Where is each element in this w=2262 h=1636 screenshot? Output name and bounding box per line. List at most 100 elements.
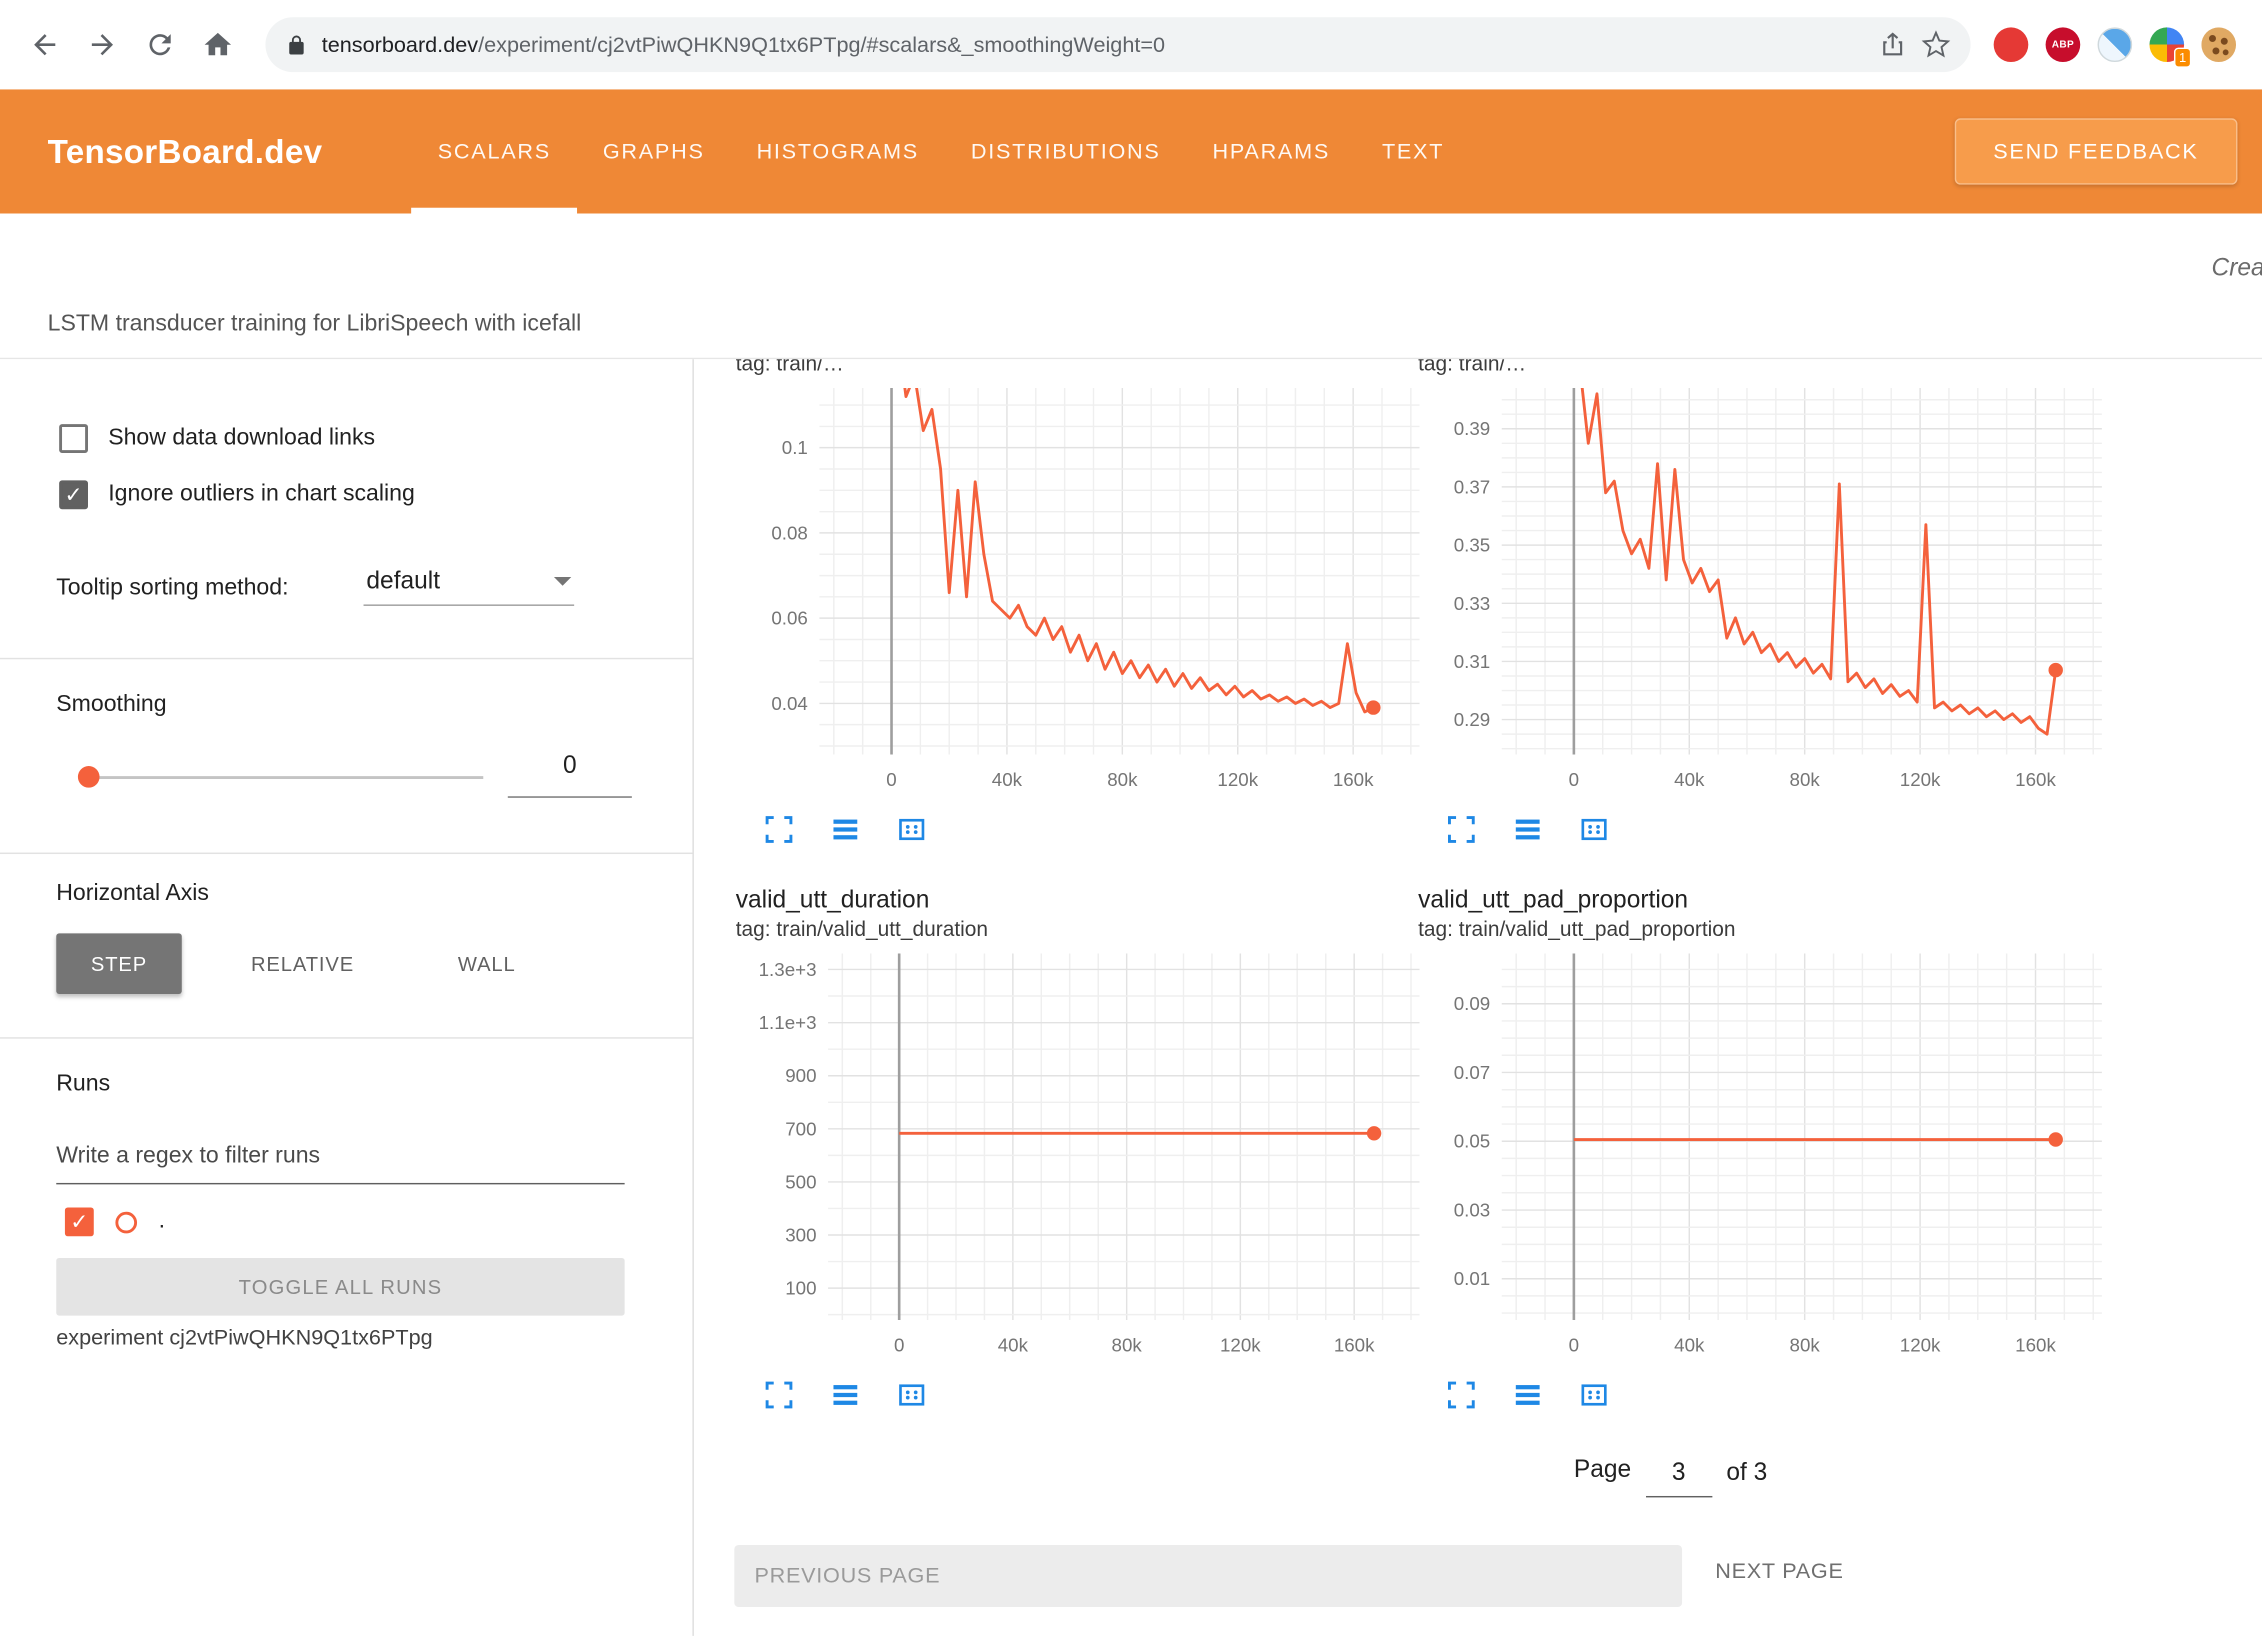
tab-histograms[interactable]: HISTOGRAMS bbox=[731, 89, 945, 213]
horizontal-axis-label: Horizontal Axis bbox=[56, 881, 209, 907]
fit-domain-icon[interactable] bbox=[894, 1378, 929, 1413]
fit-domain-icon[interactable] bbox=[1577, 812, 1612, 847]
forward-icon[interactable] bbox=[78, 20, 127, 69]
address-bar[interactable]: tensorboard.dev/experiment/cj2vtPiwQHKN9… bbox=[265, 17, 1970, 72]
next-page-button[interactable]: NEXT PAGE bbox=[1715, 1559, 1843, 1584]
svg-text:0.07: 0.07 bbox=[1454, 1062, 1491, 1083]
show-download-row: Show data download links bbox=[59, 424, 375, 453]
send-feedback-button[interactable]: SEND FEEDBACK bbox=[1954, 118, 2237, 184]
chart-plot[interactable]: 040k80k120k160k0.290.310.330.350.370.39 bbox=[1418, 379, 2110, 803]
tab-distributions[interactable]: DISTRIBUTIONS bbox=[945, 89, 1187, 213]
chart-toolbar bbox=[1418, 1378, 2110, 1413]
chart-title: valid_utt_pad_proportion bbox=[1418, 884, 2110, 916]
tooltip-sorting-label: Tooltip sorting method: bbox=[56, 576, 288, 602]
page-label: Page bbox=[1574, 1456, 1631, 1485]
app-brand: TensorBoard.dev bbox=[48, 132, 323, 171]
page-number-input[interactable] bbox=[1646, 1456, 1712, 1498]
pagination: Page of 3 bbox=[1574, 1456, 1767, 1498]
run-row: ✓ . bbox=[65, 1207, 165, 1236]
refresh-icon[interactable] bbox=[136, 20, 185, 69]
chart-plot[interactable]: 040k80k120k160k0.010.030.050.070.09 bbox=[1418, 945, 2110, 1369]
home-icon[interactable] bbox=[193, 20, 242, 69]
run-checkbox[interactable]: ✓ bbox=[65, 1207, 94, 1236]
svg-text:40k: 40k bbox=[992, 769, 1023, 790]
tab-scalars[interactable]: SCALARS bbox=[412, 89, 577, 213]
screenshot-root: tensorboard.dev/experiment/cj2vtPiwQHKN9… bbox=[0, 0, 2262, 1636]
chart-toolbar bbox=[1418, 812, 2110, 847]
run-table-icon[interactable] bbox=[828, 1378, 863, 1413]
svg-text:0.09: 0.09 bbox=[1454, 993, 1491, 1014]
svg-text:0.06: 0.06 bbox=[771, 608, 808, 629]
run-color-swatch-icon bbox=[115, 1211, 137, 1233]
svg-text:160k: 160k bbox=[1333, 769, 1374, 790]
tab-text[interactable]: TEXT bbox=[1356, 89, 1470, 213]
svg-text:80k: 80k bbox=[1790, 1335, 1821, 1356]
chart-card-valid-utt-duration-chart: valid_utt_durationtag: train/valid_utt_d… bbox=[736, 884, 1428, 1412]
svg-text:0.31: 0.31 bbox=[1454, 651, 1491, 672]
previous-page-button[interactable]: PREVIOUS PAGE bbox=[734, 1545, 1682, 1607]
expand-chart-icon[interactable] bbox=[762, 1378, 797, 1413]
axis-option-step[interactable]: STEP bbox=[56, 933, 181, 994]
back-icon[interactable] bbox=[20, 20, 69, 69]
svg-text:0: 0 bbox=[894, 1335, 904, 1356]
svg-text:0: 0 bbox=[1569, 769, 1579, 790]
smoothing-value-input[interactable]: 0 bbox=[508, 740, 632, 798]
bookmark-star-icon[interactable] bbox=[1922, 30, 1951, 59]
tab-hparams[interactable]: HPARAMS bbox=[1187, 89, 1356, 213]
sidebar-divider bbox=[0, 853, 694, 854]
ignore-outliers-checkbox[interactable]: ✓ bbox=[59, 480, 88, 509]
chart-tag: tag: train/valid_utt_duration bbox=[736, 916, 1428, 945]
expand-chart-icon[interactable] bbox=[762, 812, 797, 847]
tooltip-sorting-select[interactable]: default bbox=[364, 564, 575, 606]
cookie-extension-icon[interactable] bbox=[2201, 27, 2236, 62]
chart-tag: tag: train/… bbox=[736, 359, 1428, 379]
svg-text:900: 900 bbox=[785, 1065, 816, 1086]
fit-domain-icon[interactable] bbox=[1577, 1378, 1612, 1413]
smoothing-slider-thumb[interactable] bbox=[78, 766, 100, 788]
svg-text:1.1e+3: 1.1e+3 bbox=[759, 1012, 817, 1033]
svg-text:120k: 120k bbox=[1220, 1335, 1261, 1356]
run-table-icon[interactable] bbox=[1510, 812, 1545, 847]
extensions-cluster: ABP 1 bbox=[1994, 27, 2242, 62]
chart-plot[interactable]: 040k80k120k160k1003005007009001.1e+31.3e… bbox=[736, 945, 1428, 1369]
runs-label: Runs bbox=[56, 1072, 110, 1098]
ignore-outliers-label: Ignore outliers in chart scaling bbox=[108, 482, 415, 508]
svg-text:0.03: 0.03 bbox=[1454, 1200, 1491, 1221]
chart-toolbar bbox=[736, 812, 1428, 847]
profile-avatar[interactable]: 1 bbox=[2149, 27, 2184, 62]
share-icon[interactable] bbox=[1878, 30, 1907, 59]
axis-option-relative[interactable]: RELATIVE bbox=[216, 933, 388, 994]
svg-text:120k: 120k bbox=[1900, 769, 1941, 790]
profile-badge: 1 bbox=[2174, 48, 2191, 68]
svg-text:700: 700 bbox=[785, 1118, 816, 1139]
show-download-checkbox[interactable] bbox=[59, 424, 88, 453]
adblock-extension-icon[interactable] bbox=[1994, 27, 2029, 62]
run-table-icon[interactable] bbox=[1510, 1378, 1545, 1413]
header-nav: SCALARSGRAPHSHISTOGRAMSDISTRIBUTIONSHPAR… bbox=[412, 89, 1470, 213]
chart-tag: tag: train/valid_utt_pad_proportion bbox=[1418, 916, 2110, 945]
browser-toolbar: tensorboard.dev/experiment/cj2vtPiwQHKN9… bbox=[0, 0, 2262, 89]
run-table-icon[interactable] bbox=[828, 812, 863, 847]
tab-graphs[interactable]: GRAPHS bbox=[577, 89, 731, 213]
adblock-plus-extension-icon[interactable]: ABP bbox=[2046, 27, 2081, 62]
expand-chart-icon[interactable] bbox=[1444, 1378, 1479, 1413]
runs-filter-input[interactable] bbox=[56, 1130, 624, 1185]
sidebar-divider bbox=[0, 658, 694, 659]
svg-text:300: 300 bbox=[785, 1225, 816, 1246]
svg-text:160k: 160k bbox=[2015, 769, 2056, 790]
svg-text:160k: 160k bbox=[2015, 1335, 2056, 1356]
fit-domain-icon[interactable] bbox=[894, 812, 929, 847]
svg-text:80k: 80k bbox=[1112, 1335, 1143, 1356]
svg-text:0.04: 0.04 bbox=[771, 693, 808, 714]
show-download-label: Show data download links bbox=[108, 426, 375, 452]
chart-plot[interactable]: 040k80k120k160k0.040.060.080.1 bbox=[736, 379, 1428, 803]
toggle-all-runs-button[interactable]: TOGGLE ALL RUNS bbox=[56, 1258, 624, 1316]
svg-text:0.05: 0.05 bbox=[1454, 1131, 1491, 1152]
svg-text:0.35: 0.35 bbox=[1454, 535, 1491, 556]
expand-chart-icon[interactable] bbox=[1444, 812, 1479, 847]
smoothing-slider-track[interactable] bbox=[79, 776, 483, 779]
svg-text:0.33: 0.33 bbox=[1454, 593, 1491, 614]
chart-card-valid-utt-pad-proportion-chart: valid_utt_pad_proportiontag: train/valid… bbox=[1418, 884, 2110, 1412]
blue-extension-icon[interactable] bbox=[2098, 27, 2133, 62]
axis-option-wall[interactable]: WALL bbox=[423, 933, 550, 994]
